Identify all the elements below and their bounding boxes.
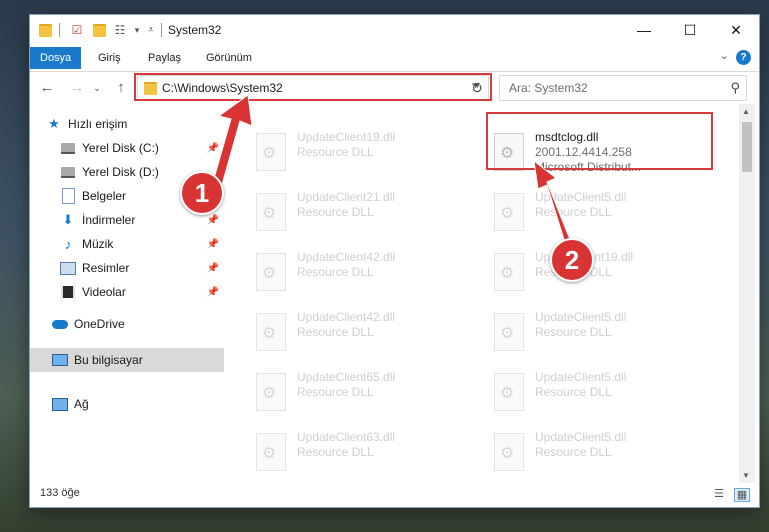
annotation-arrows	[208, 94, 574, 250]
step-2-badge: 2	[550, 238, 594, 282]
step-1-badge: 1	[180, 171, 224, 215]
arrow-2	[533, 159, 574, 250]
